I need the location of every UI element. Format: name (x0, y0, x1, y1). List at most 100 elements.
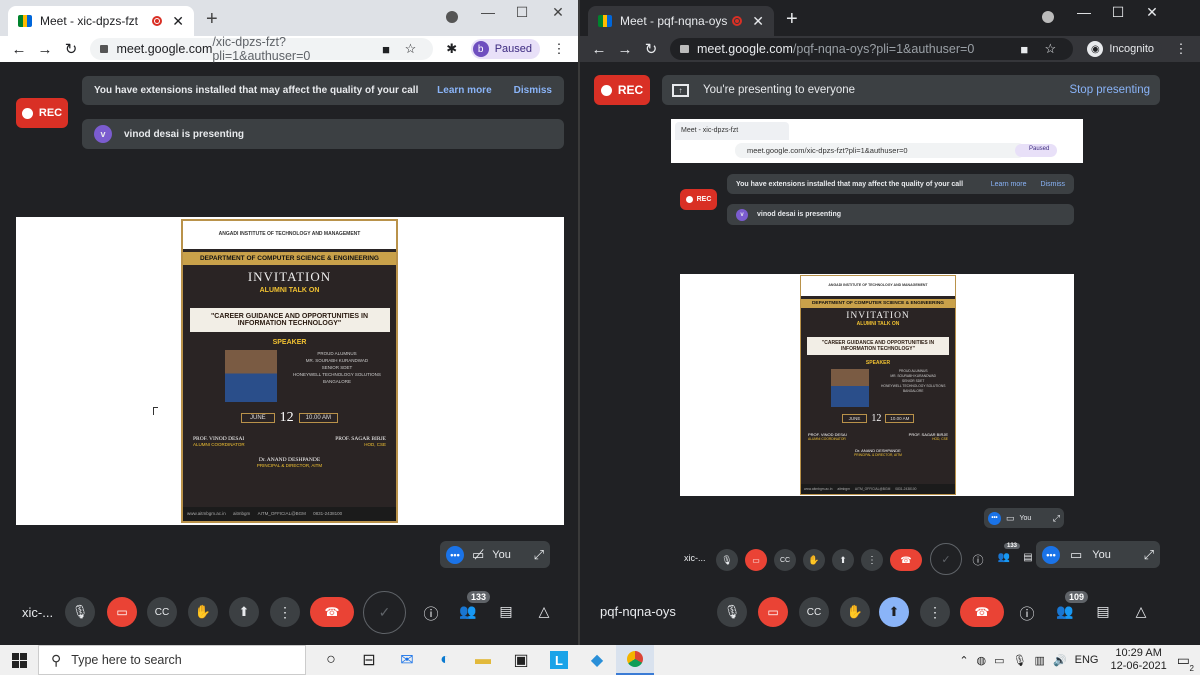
minimize-icon[interactable]: — (474, 4, 502, 20)
windows-start-icon[interactable] (0, 645, 38, 675)
network-icon[interactable]: ▥ (1035, 654, 1045, 667)
tab-search-icon[interactable] (1034, 10, 1062, 26)
tab-search-icon[interactable] (438, 10, 466, 26)
incognito-button[interactable]: ◉ Incognito (1085, 39, 1162, 59)
cortana-icon[interactable]: ○ (312, 645, 350, 675)
chrome-icon[interactable] (616, 645, 654, 675)
speaker-line-3: SENIOR SDET (321, 365, 353, 370)
stop-presenting-button[interactable]: Stop presenting (1069, 84, 1150, 96)
maximize-icon[interactable]: ☐ (1104, 4, 1132, 21)
maximize-icon[interactable]: ☐ (508, 4, 536, 21)
back-icon[interactable]: ← (6, 41, 32, 58)
preview-presenter-banner: v vinod desai is presenting (727, 204, 1074, 225)
self-view-tile: ••• ▭̸ You ⤢ (440, 541, 550, 568)
record-dot-icon (600, 84, 612, 96)
mini-end-call-icon: ☎ (890, 549, 922, 571)
notifications-icon[interactable]: ▭ 2 (1177, 652, 1194, 673)
more-button[interactable]: ⋮ (920, 597, 950, 627)
poster-department: DEPARTMENT OF COMPUTER SCIENCE & ENGINEE… (183, 252, 396, 265)
more-options-icon[interactable]: ••• (1042, 545, 1060, 564)
more-button[interactable]: ⋮ (270, 597, 300, 627)
close-window-icon[interactable]: ✕ (544, 4, 572, 21)
new-tab-icon[interactable]: + (786, 9, 798, 29)
app-l-icon[interactable]: L (540, 645, 578, 675)
chat-icon[interactable]: ▤ (495, 603, 517, 620)
captions-button[interactable]: CC (799, 597, 829, 627)
camera-toggle-button[interactable]: ▭ (758, 597, 788, 627)
close-tab-icon[interactable]: ✕ (752, 13, 764, 30)
close-tab-icon[interactable]: ✕ (172, 13, 184, 30)
taskbar-search-box[interactable]: ⚲ Type here to search (38, 645, 306, 675)
preview-camera-off-icon: ▭ (1006, 512, 1015, 523)
preview-presenter-text: vinod desai is presenting (757, 211, 842, 218)
mic-tray-icon[interactable]: 🎙 (1013, 654, 1027, 667)
end-call-button[interactable]: ☎ (310, 597, 354, 627)
url-field[interactable]: meet.google.com/pqf-nqna-oys?pli=1&authu… (670, 38, 1074, 60)
minimize-icon[interactable]: — (1070, 4, 1098, 20)
more-options-icon[interactable]: ••• (446, 545, 464, 564)
chat-icon[interactable]: ▤ (1092, 603, 1114, 620)
browser-menu-icon[interactable]: ⋮ (546, 41, 572, 57)
present-button[interactable]: ⬆ (229, 597, 259, 627)
tray-chevron-icon[interactable]: ⌃ (959, 654, 968, 667)
forward-icon[interactable]: → (32, 41, 58, 58)
forward-icon[interactable]: → (612, 41, 638, 58)
people-icon[interactable]: 👥 (457, 603, 479, 620)
info-icon[interactable]: ⓘ (1016, 603, 1038, 624)
expand-icon[interactable]: ⤢ (534, 547, 544, 563)
present-button-active[interactable]: ⬆ (879, 597, 909, 627)
right-active-tab[interactable]: Meet - pqf-nqna-oys ✕ (588, 6, 774, 36)
preview-speaker-row: PROUD ALUMNUS MR. SOURABH KURANDWAD SENI… (801, 369, 955, 407)
profile-button[interactable]: b Paused (470, 39, 540, 59)
end-call-button[interactable]: ☎ (960, 597, 1004, 627)
clock-date: 12-06-2021 (1110, 660, 1167, 672)
reload-icon[interactable]: ↻ (58, 40, 84, 58)
bookmark-star-icon[interactable]: ☆ (1037, 41, 1063, 57)
speaker-photo (225, 350, 277, 402)
language-indicator[interactable]: ENG (1075, 654, 1099, 666)
activities-icon[interactable]: △ (1130, 603, 1152, 620)
reload-icon[interactable]: ↻ (638, 40, 664, 58)
browser-menu-icon[interactable]: ⋮ (1168, 41, 1194, 57)
rec-label: REC (617, 83, 644, 97)
store-icon[interactable]: ▣ (502, 645, 540, 675)
shared-screen: ANGADI INSTITUTE OF TECHNOLOGY AND MANAG… (16, 217, 564, 525)
left-active-tab[interactable]: Meet - xic-dpzs-fzt ✕ (8, 6, 194, 36)
preview-coord1-role: ALUMNI COORDINATOR (808, 437, 846, 441)
battery-icon[interactable]: ▭ (994, 654, 1004, 667)
clock[interactable]: 10:29 AM 12-06-2021 (1110, 647, 1166, 673)
poster-subtitle: ALUMNI TALK ON (259, 287, 320, 294)
raise-hand-button[interactable]: ✋ (188, 597, 218, 627)
raise-hand-button[interactable]: ✋ (840, 597, 870, 627)
expand-icon[interactable]: ⤢ (1144, 547, 1154, 563)
url-domain: meet.google.com (697, 42, 793, 56)
camera-off-icon: ▭ (1070, 546, 1083, 562)
tray-app-icon[interactable]: ◍ (977, 654, 987, 667)
mail-icon[interactable]: ✉ (388, 645, 426, 675)
mic-button[interactable]: 🎙 (65, 597, 95, 627)
info-icon[interactable]: ⓘ (420, 603, 442, 624)
file-explorer-icon[interactable]: ▬ (464, 645, 502, 675)
url-field[interactable]: meet.google.com/xic-dpzs-fzt?pli=1&authu… (90, 35, 433, 63)
footer-facebook: aitmbgm (233, 511, 251, 516)
new-tab-icon[interactable]: + (206, 9, 218, 29)
dismiss-button[interactable]: Dismiss (514, 85, 552, 96)
people-icon[interactable]: 👥 (1054, 603, 1076, 620)
poster-speaker-heading: SPEAKER (272, 339, 307, 346)
captions-button[interactable]: CC (147, 597, 177, 627)
task-view-icon[interactable]: ⊟ (350, 645, 388, 675)
camera-icon[interactable]: ■ (374, 42, 398, 57)
extensions-icon[interactable]: ✱ (439, 41, 465, 57)
pinned-app-icon[interactable]: ◆ (578, 645, 616, 675)
volume-icon[interactable]: 🔊 (1053, 654, 1067, 667)
close-window-icon[interactable]: ✕ (1138, 4, 1166, 21)
footer-website: www.aitmbgm.ac.in (187, 511, 226, 516)
bookmark-star-icon[interactable]: ☆ (398, 41, 422, 57)
camera-toggle-button[interactable]: ▭ (107, 597, 137, 627)
edge-icon[interactable]: ◐ (426, 645, 464, 675)
activities-icon[interactable]: △ (533, 603, 555, 620)
mic-button[interactable]: 🎙 (717, 597, 747, 627)
learn-more-link[interactable]: Learn more (437, 85, 491, 96)
camera-icon[interactable]: ■ (1011, 42, 1037, 57)
back-icon[interactable]: ← (586, 41, 612, 58)
